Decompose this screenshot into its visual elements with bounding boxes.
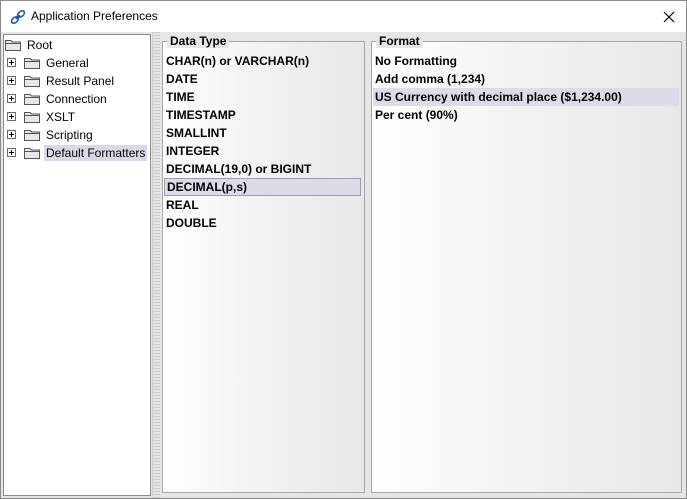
data-type-item[interactable]: TIME xyxy=(164,88,362,106)
folder-icon xyxy=(24,94,40,105)
tree-item-scripting[interactable]: Scripting xyxy=(6,126,95,144)
format-item[interactable]: Per cent (90%) xyxy=(373,106,679,124)
format-item-selected[interactable]: US Currency with decimal place ($1,234.0… xyxy=(373,88,679,106)
folder-icon xyxy=(24,58,40,69)
tree-root-label: Root xyxy=(27,38,53,52)
close-icon xyxy=(663,11,675,22)
data-type-panel: Data Type CHAR(n) or VARCHAR(n) DATE TIM… xyxy=(162,34,365,493)
folder-icon xyxy=(5,40,21,51)
tree-item-general[interactable]: General xyxy=(6,54,91,72)
format-item[interactable]: No Formatting xyxy=(373,52,679,70)
tree-item-xslt[interactable]: XSLT xyxy=(6,108,77,126)
folder-icon xyxy=(24,112,40,123)
split-pane-divider[interactable] xyxy=(152,32,160,498)
app-link-icon xyxy=(9,8,27,26)
tree-item-result-panel[interactable]: Result Panel xyxy=(6,72,116,90)
data-type-item[interactable]: REAL xyxy=(164,196,362,214)
data-type-item[interactable]: TIMESTAMP xyxy=(164,106,362,124)
tree-item-default-formatters[interactable]: Default Formatters xyxy=(6,144,148,162)
data-type-item[interactable]: DATE xyxy=(164,70,362,88)
window-title: Application Preferences xyxy=(31,9,158,23)
expand-icon[interactable] xyxy=(7,130,16,139)
folder-icon xyxy=(24,130,40,141)
data-type-panel-title: Data Type xyxy=(167,34,230,48)
folder-icon xyxy=(24,148,40,159)
expand-icon[interactable] xyxy=(7,58,16,67)
tree-item-label: Result Panel xyxy=(46,74,115,88)
expand-icon[interactable] xyxy=(7,148,16,157)
preferences-window: Application Preferences Root General Res… xyxy=(0,0,687,499)
title-bar[interactable]: Application Preferences xyxy=(1,1,686,32)
tree-item-label: Scripting xyxy=(46,128,93,142)
data-type-item[interactable]: INTEGER xyxy=(164,142,362,160)
expand-icon[interactable] xyxy=(7,94,16,103)
format-panel: Format No Formatting Add comma (1,234) U… xyxy=(371,34,682,493)
tree-item-label: Connection xyxy=(46,92,107,106)
content-area: Root General Result Panel Connection XSL… xyxy=(1,32,686,498)
tree-item-connection[interactable]: Connection xyxy=(6,90,109,108)
data-type-item-selected[interactable]: DECIMAL(p,s) xyxy=(164,178,361,196)
tree-item-label: Default Formatters xyxy=(44,145,148,161)
format-panel-title: Format xyxy=(376,34,423,48)
folder-icon xyxy=(24,76,40,87)
expand-icon[interactable] xyxy=(7,112,16,121)
data-type-item[interactable]: DOUBLE xyxy=(164,214,362,232)
preferences-tree[interactable]: Root General Result Panel Connection XSL… xyxy=(3,34,151,496)
tree-root[interactable]: Root xyxy=(5,36,54,54)
expand-icon[interactable] xyxy=(7,76,16,85)
data-type-item[interactable]: DECIMAL(19,0) or BIGINT xyxy=(164,160,362,178)
data-type-item[interactable]: CHAR(n) or VARCHAR(n) xyxy=(164,52,362,70)
data-type-item[interactable]: SMALLINT xyxy=(164,124,362,142)
format-item[interactable]: Add comma (1,234) xyxy=(373,70,679,88)
tree-item-label: General xyxy=(46,56,89,70)
tree-item-label: XSLT xyxy=(46,110,76,124)
close-button[interactable] xyxy=(652,1,686,32)
